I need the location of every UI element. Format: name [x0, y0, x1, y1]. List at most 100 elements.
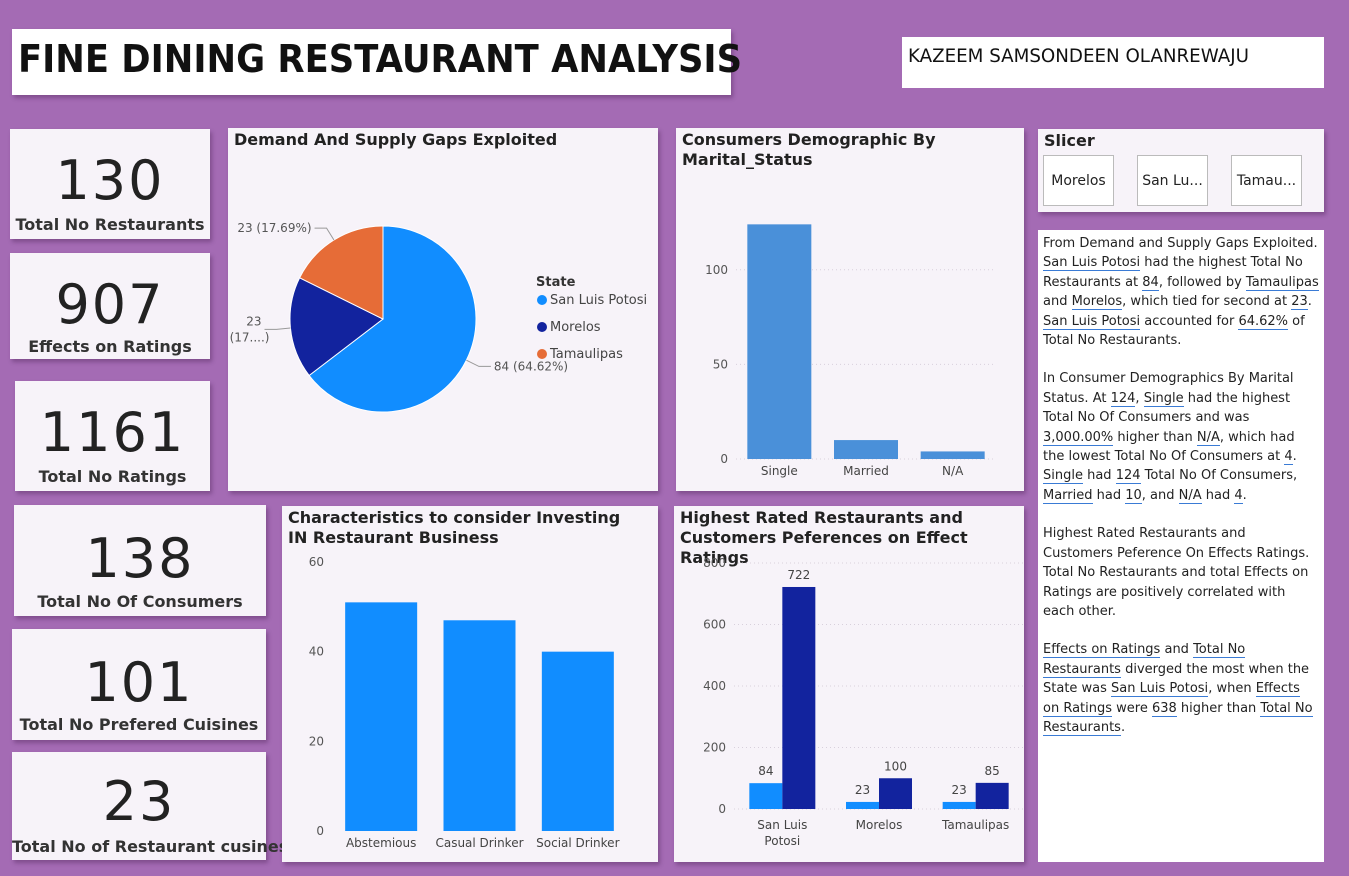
- data-label: 23: [855, 783, 870, 797]
- narrative-text: , followed by: [1158, 274, 1246, 290]
- bar: [879, 778, 912, 809]
- y-tick-label: 100: [705, 263, 728, 277]
- x-tick-label: Single: [761, 464, 798, 478]
- narrative-text: had: [1201, 487, 1235, 503]
- data-label: 85: [985, 764, 1000, 778]
- narrative-highlight: Tamaulipas: [1245, 274, 1319, 291]
- bar: [920, 451, 985, 459]
- bar: [749, 783, 783, 809]
- narrative-highlight: N/A: [1178, 487, 1202, 504]
- dashboard-title: FINE DINING RESTAURANT ANALYSIS: [18, 37, 743, 81]
- narrative-text: .: [1120, 719, 1126, 735]
- y-tick-label: 50: [713, 357, 728, 371]
- x-tick-label: Married: [843, 464, 889, 478]
- narrative-highlight: 4: [1234, 487, 1243, 504]
- kpi-card-effects-on-ratings: 907 Effects on Ratings: [10, 253, 210, 359]
- narrative-text: Total No Of Consumers,: [1140, 468, 1298, 484]
- author-name: KAZEEM SAMSONDEEN OLANREWAJU: [908, 45, 1249, 67]
- narrative-highlight: San Luis Potosi: [1043, 313, 1141, 330]
- pie-leader-line: [466, 359, 491, 367]
- narrative-text: and: [1043, 294, 1072, 310]
- y-tick-label: 40: [309, 645, 324, 659]
- legend-marker: [537, 349, 547, 359]
- narrative-highlight: 23: [1291, 294, 1308, 311]
- kpi-value: 907: [55, 273, 165, 336]
- x-tick-label: N/A: [942, 464, 964, 478]
- narrative-highlight: 3,000.00%: [1043, 429, 1114, 446]
- slicer-option-tamaulipas[interactable]: Tamau...: [1231, 155, 1302, 206]
- narrative-text: From Demand and Supply Gaps Exploited.: [1043, 236, 1318, 251]
- narrative-paragraph: From Demand and Supply Gaps Exploited. S…: [1043, 234, 1319, 350]
- x-tick-label: Potosi: [764, 834, 800, 848]
- kpi-value: 1161: [39, 401, 186, 464]
- y-tick-label: 60: [309, 555, 324, 569]
- y-tick-label: 800: [703, 556, 726, 570]
- pie-data-label: 23 (17.69%): [237, 221, 311, 235]
- marital-status-chart-card: Consumers Demographic By Marital_Status …: [676, 128, 1024, 491]
- narrative-text: Highest Rated Restaurants and Customers …: [1043, 526, 1310, 561]
- narrative-highlight: San Luis Potosi: [1111, 681, 1209, 698]
- narrative-highlight: 10: [1125, 487, 1142, 504]
- kpi-card-total-ratings: 1161 Total No Ratings: [15, 381, 210, 491]
- y-tick-label: 0: [720, 452, 728, 466]
- pie-chart-card: Demand And Supply Gaps Exploited 84 (64.…: [228, 128, 658, 491]
- slicer-option-san-luis-potosi[interactable]: San Lu...: [1137, 155, 1208, 206]
- bar: [975, 782, 1009, 809]
- data-label: 84: [758, 764, 773, 778]
- data-label: 23: [952, 783, 967, 797]
- bar: [942, 801, 976, 809]
- narrative-text: , when: [1208, 681, 1256, 697]
- x-tick-label: Social Drinker: [536, 836, 619, 850]
- kpi-card-restaurant-cuisines: 23 Total No of Restaurant cusines: [12, 752, 289, 860]
- narrative-text: ,: [1135, 390, 1144, 406]
- narrative-highlight: Effects on Ratings: [1043, 642, 1161, 659]
- narrative-highlight: 64.62%: [1238, 313, 1289, 330]
- x-tick-label: Casual Drinker: [435, 836, 523, 850]
- kpi-label: Total No Prefered Cuisines: [19, 715, 259, 734]
- narrative-highlight: Married: [1043, 487, 1093, 504]
- kpi-value: 23: [102, 770, 176, 833]
- narrative-highlight: 124: [1110, 390, 1136, 407]
- y-tick-label: 400: [703, 679, 726, 693]
- kpi-label: Total No Restaurants: [15, 215, 205, 234]
- y-tick-label: 0: [316, 824, 324, 838]
- kpi-value: 138: [85, 527, 195, 590]
- bar: [846, 801, 879, 809]
- kpi-card-preferred-cuisines: 101 Total No Prefered Cuisines: [12, 629, 266, 740]
- narrative-text: Total No Restaurants and total Effects o…: [1043, 565, 1309, 619]
- slicer-option-morelos[interactable]: Morelos: [1043, 155, 1114, 206]
- y-tick-label: 20: [309, 734, 324, 748]
- legend-title: State: [536, 275, 576, 290]
- characteristics-chart-card: Characteristics to consider Investing IN…: [282, 506, 658, 862]
- narrative-text: .: [1307, 294, 1312, 310]
- pie-leader-line: [314, 227, 335, 241]
- narrative-text: and: [1160, 642, 1194, 658]
- narrative-text: had: [1082, 468, 1116, 484]
- data-label: 722: [787, 568, 810, 582]
- x-tick-label: San Luis: [757, 818, 807, 832]
- narrative-text: .: [1242, 487, 1247, 503]
- legend-item: San Luis Potosi: [550, 293, 647, 308]
- kpi-value: 101: [84, 651, 194, 714]
- bar: [443, 620, 516, 831]
- data-label: 100: [884, 759, 907, 773]
- highest-rated-chart-card: Highest Rated Restaurants and Customers …: [674, 506, 1024, 862]
- kpi-card-total-restaurants: 130 Total No Restaurants: [10, 129, 210, 239]
- slicer-panel: Slicer Morelos San Lu... Tamau...: [1038, 129, 1324, 212]
- kpi-card-total-consumers: 138 Total No Of Consumers: [14, 505, 266, 616]
- bar: [747, 224, 812, 459]
- y-tick-label: 200: [703, 741, 726, 755]
- kpi-label: Total No Ratings: [38, 467, 187, 486]
- narrative-highlight: San Luis Potosi: [1043, 255, 1141, 272]
- legend-marker: [537, 322, 547, 332]
- narrative-text: were: [1112, 700, 1152, 716]
- bar: [345, 602, 418, 831]
- narrative-text: higher than: [1113, 429, 1197, 445]
- narrative-highlight: Morelos: [1071, 294, 1123, 311]
- bar: [541, 651, 614, 831]
- narrative-text: , and: [1141, 487, 1179, 503]
- pie-leader-line: [264, 327, 291, 330]
- kpi-label: Total No of Restaurant cusines: [12, 837, 289, 856]
- pie-chart: 84 (64.62%)23 (17....)23 (17.69%) State S…: [230, 221, 647, 413]
- narrative-paragraph: In Consumer Demographics By Marital Stat…: [1043, 369, 1319, 505]
